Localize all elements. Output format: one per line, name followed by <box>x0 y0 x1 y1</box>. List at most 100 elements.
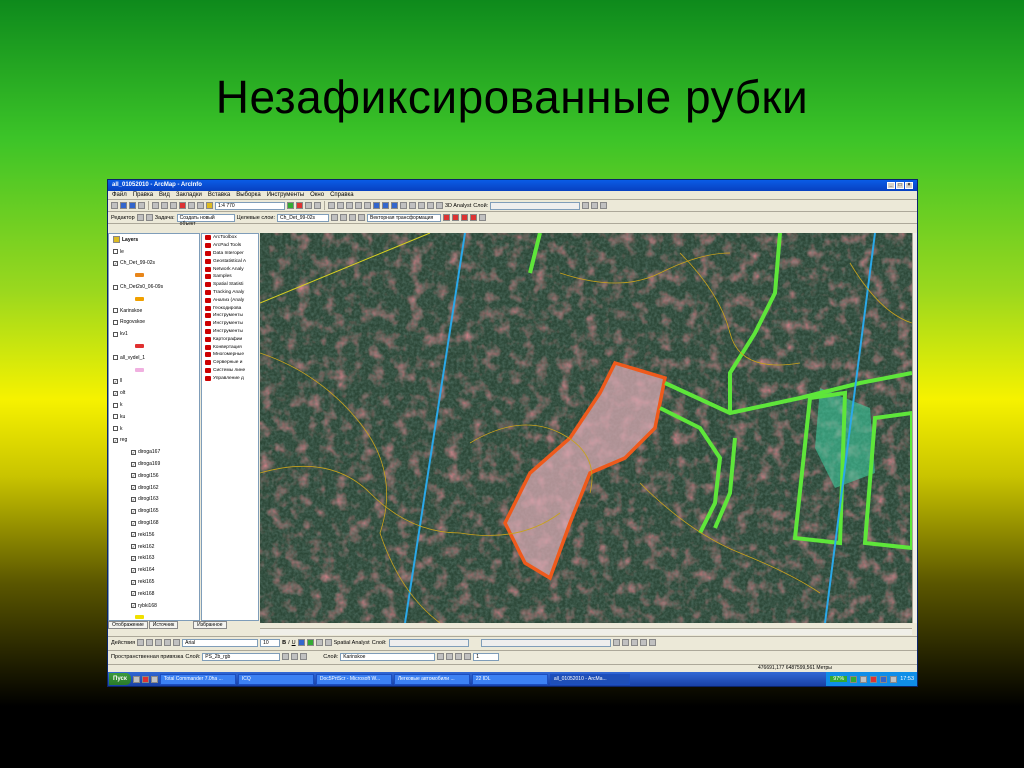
undo-icon[interactable] <box>188 202 195 209</box>
quicklaunch-icon[interactable] <box>150 675 158 683</box>
toolbox-item[interactable]: Data Interoper <box>202 250 258 258</box>
forward-icon[interactable] <box>391 202 398 209</box>
toc-layer-item[interactable]: ✓ diroga167 <box>109 446 199 458</box>
edit-tool-icon[interactable] <box>136 214 144 221</box>
adjust-tool-icon[interactable] <box>479 214 487 221</box>
toc-layer-item[interactable]: le <box>109 246 199 258</box>
toc-layer-item[interactable]: Karinskoe <box>109 305 199 317</box>
zoom-out-icon[interactable] <box>337 202 344 209</box>
maximize-button[interactable]: □ <box>896 182 904 189</box>
copy-icon[interactable] <box>161 202 168 209</box>
toolbox-item[interactable]: Spatial Statisti <box>202 281 258 289</box>
brightness-icon[interactable] <box>446 653 454 660</box>
toolbox-item[interactable]: Инструменты <box>202 320 258 328</box>
toolbox-item[interactable]: Серверные и <box>202 359 258 367</box>
fixed-zoom-in-icon[interactable] <box>346 202 353 209</box>
menu-view[interactable]: Вид <box>159 192 170 198</box>
select-icon[interactable] <box>400 202 407 209</box>
toolbox-item[interactable]: Tracking Analy <box>202 289 258 297</box>
tray-icon[interactable] <box>890 675 898 683</box>
target-combo[interactable]: Ch_Det_99-02s <box>277 213 330 222</box>
layer-visibility-checkbox[interactable]: ✓ <box>131 567 136 573</box>
draw-actions-menu[interactable]: Действия <box>111 640 135 646</box>
toc-layer-item[interactable]: Ch_Det2s0_06-09s <box>109 281 199 293</box>
tracking-tool-icon[interactable] <box>612 639 620 646</box>
layer-visibility-checkbox[interactable] <box>113 284 118 290</box>
toc-layer-item[interactable]: k <box>109 399 199 411</box>
task-combo[interactable]: Создать новый объект <box>176 213 235 227</box>
menu-help[interactable]: Справка <box>330 192 354 198</box>
help-icon[interactable] <box>314 202 321 209</box>
link-table-icon[interactable] <box>300 653 308 660</box>
layer-visibility-checkbox[interactable]: ✓ <box>113 378 118 384</box>
layer-visibility-checkbox[interactable] <box>113 355 118 361</box>
fill-color-icon[interactable] <box>306 639 314 646</box>
tab-display[interactable]: Отображение <box>108 621 148 629</box>
layer-visibility-checkbox[interactable]: ✓ <box>131 496 136 502</box>
toc-layer-item[interactable]: ✓ dirogi165 <box>109 505 199 517</box>
task-word[interactable]: Doc5PrtScr - Microsoft W... <box>315 673 392 685</box>
layer-symbol[interactable] <box>109 364 199 376</box>
toolbox-item[interactable]: Network Analy <box>202 265 258 273</box>
close-button[interactable]: × <box>905 182 913 189</box>
task-browser[interactable]: Легковые автомобили ... <box>393 673 470 685</box>
toolbox-item[interactable]: Геокодирова <box>202 304 258 312</box>
adjust-tool-icon[interactable] <box>452 214 460 221</box>
menu-tools[interactable]: Инструменты <box>267 192 304 198</box>
layer-visibility-checkbox[interactable]: ✓ <box>131 603 136 609</box>
sketch-tool-icon[interactable] <box>145 214 153 221</box>
tab-source[interactable]: Источник <box>148 621 179 629</box>
layer-visibility-checkbox[interactable] <box>113 249 118 255</box>
task-arcmap[interactable]: all_01052010 - ArcMa... <box>549 673 630 685</box>
3d-layer-combo[interactable] <box>490 201 581 210</box>
transform-combo[interactable]: Векторная трансформация <box>367 213 442 222</box>
layer-symbol[interactable] <box>109 340 199 352</box>
georef-layer-combo[interactable]: PS_2b_rgb <box>202 652 281 661</box>
layer-symbol[interactable] <box>109 612 199 621</box>
layer-visibility-checkbox[interactable]: ✓ <box>131 473 136 479</box>
layer-visibility-checkbox[interactable] <box>113 414 118 420</box>
sketch-properties-icon[interactable] <box>358 214 366 221</box>
toc-layer-item[interactable]: ✓ dirogi168 <box>109 517 199 529</box>
toc-layer-item[interactable]: ✓ dirogi163 <box>109 494 199 506</box>
rotate-element-icon[interactable] <box>146 639 154 646</box>
transparency-icon[interactable] <box>455 653 463 660</box>
layer-visibility-checkbox[interactable]: ✓ <box>131 544 136 550</box>
start-button[interactable]: Пуск <box>109 673 131 685</box>
rotate-icon[interactable] <box>282 653 290 660</box>
spatial-layer-combo[interactable] <box>388 638 469 647</box>
layer-visibility-checkbox[interactable] <box>113 426 118 432</box>
toolbox-item[interactable]: Samples <box>202 273 258 281</box>
adjust-tool-icon[interactable] <box>470 214 478 221</box>
swipe-icon[interactable] <box>464 653 472 660</box>
toc-layer-item[interactable]: kv1 <box>109 328 199 340</box>
redo-icon[interactable] <box>197 202 204 209</box>
shift-icon[interactable] <box>291 653 299 660</box>
layer-visibility-checkbox[interactable]: ✓ <box>131 520 136 526</box>
clock[interactable]: 17:53 <box>900 676 914 682</box>
toc-layer-item[interactable]: all_vydel_1 <box>109 352 199 364</box>
layer-visibility-checkbox[interactable] <box>113 319 118 325</box>
adjust-tool-icon[interactable] <box>443 214 451 221</box>
layer-visibility-checkbox[interactable]: ✓ <box>131 508 136 514</box>
new-icon[interactable] <box>111 202 118 209</box>
command-line-icon[interactable] <box>305 202 312 209</box>
layer-visibility-checkbox[interactable]: ✓ <box>113 260 118 266</box>
menu-insert[interactable]: Вставка <box>208 192 230 198</box>
editor-toolbar-icon[interactable] <box>287 202 294 209</box>
open-icon[interactable] <box>120 202 127 209</box>
battery-indicator[interactable]: 97% <box>830 676 848 682</box>
toc-layer-item[interactable]: ✓ reki165 <box>109 576 199 588</box>
menu-bookmarks[interactable]: Закладки <box>176 192 202 198</box>
toolbox-item[interactable]: Конвертация <box>202 343 258 351</box>
toc-layer-item[interactable]: ✓ reki164 <box>109 564 199 576</box>
font-combo[interactable]: Arial <box>182 638 259 647</box>
toc-header[interactable]: Layers <box>109 234 199 246</box>
delete-icon[interactable] <box>179 202 186 209</box>
tray-icon[interactable] <box>860 675 868 683</box>
layer-visibility-checkbox[interactable]: ✓ <box>113 437 118 443</box>
toc-layer-item[interactable]: ✓ reki162 <box>109 541 199 553</box>
task-icq[interactable]: ICQ <box>237 673 314 685</box>
tab-favorites[interactable]: Избранное <box>193 621 227 629</box>
menu-file[interactable]: Файл <box>112 192 127 198</box>
